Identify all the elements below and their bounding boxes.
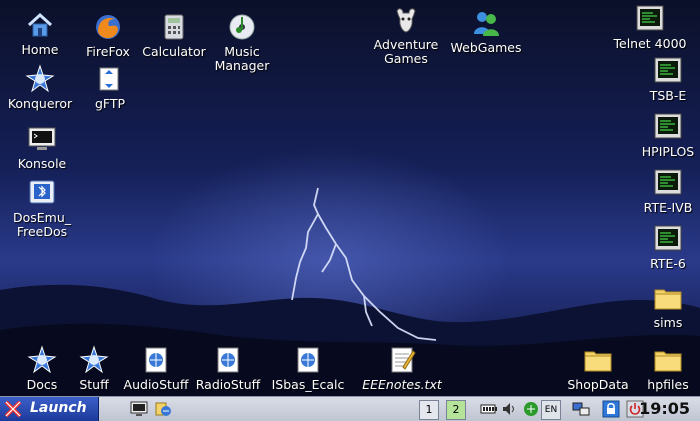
hpfiles-folder[interactable]: hpfiles bbox=[628, 345, 700, 392]
webgames-launcher[interactable]: WebGames bbox=[446, 8, 526, 55]
file-manager-icon[interactable] bbox=[154, 400, 172, 418]
isbas-label: ISbas_Ecalc bbox=[271, 377, 345, 392]
konqueror-icon bbox=[27, 345, 57, 375]
home-icon bbox=[25, 10, 55, 40]
konsole-launcher[interactable]: Konsole bbox=[2, 124, 82, 171]
show-desktop-icon[interactable] bbox=[130, 400, 148, 418]
rte6-label: RTE-6 bbox=[650, 256, 686, 271]
text-file-icon bbox=[387, 345, 417, 375]
shopdata-label: ShopData bbox=[567, 377, 629, 392]
tsbe-launcher[interactable]: TSB-E bbox=[628, 56, 700, 103]
terminal-icon bbox=[653, 56, 683, 86]
terminal-icon bbox=[653, 112, 683, 142]
music-manager-launcher[interactable]: Music Manager bbox=[202, 12, 282, 73]
konqueror-icon bbox=[25, 64, 55, 94]
adventure-games-launcher[interactable]: Adventure Games bbox=[366, 5, 446, 66]
folder-icon bbox=[653, 345, 683, 375]
konqueror-icon bbox=[79, 345, 109, 375]
rte6-launcher[interactable]: RTE-6 bbox=[628, 224, 700, 271]
desktop-2-button[interactable]: 2 bbox=[446, 400, 466, 420]
volume-icon[interactable] bbox=[500, 400, 518, 418]
web-page-icon bbox=[213, 345, 243, 375]
music-manager-label: Music Manager bbox=[214, 44, 270, 73]
lightning-graphic bbox=[291, 187, 437, 341]
lock-icon[interactable] bbox=[602, 400, 620, 418]
launch-button[interactable]: Launch bbox=[0, 397, 99, 421]
telnet-launcher[interactable]: Telnet 4000 bbox=[610, 4, 690, 51]
sims-label: sims bbox=[653, 315, 683, 330]
keyboard-layout-indicator[interactable]: EN bbox=[541, 400, 561, 420]
terminal-icon bbox=[653, 168, 683, 198]
audiostuff-launcher[interactable]: AudioStuff bbox=[116, 345, 196, 392]
rteivb-label: RTE-IVB bbox=[643, 200, 693, 215]
gftp-icon bbox=[95, 64, 125, 94]
konsole-label: Konsole bbox=[17, 156, 67, 171]
terminal-icon bbox=[653, 224, 683, 254]
tsbe-label: TSB-E bbox=[649, 88, 687, 103]
music-cd-icon bbox=[227, 12, 257, 42]
dosemu-icon bbox=[27, 178, 57, 208]
network-icon[interactable] bbox=[522, 400, 540, 418]
firefox-icon bbox=[93, 12, 123, 42]
hpfiles-label: hpfiles bbox=[647, 377, 689, 392]
webgames-label: WebGames bbox=[450, 40, 522, 55]
adventure-games-label: Adventure Games bbox=[373, 37, 439, 66]
terminal-icon bbox=[635, 4, 665, 34]
dosemu-launcher[interactable]: DosEmu_ FreeDos bbox=[2, 178, 82, 239]
hpiplos-label: HPIPLOS bbox=[641, 144, 695, 159]
folder-icon bbox=[583, 345, 613, 375]
audiostuff-label: AudioStuff bbox=[123, 377, 189, 392]
taskbar: Launch 1 2 EN 19:05 bbox=[0, 396, 700, 421]
sims-folder[interactable]: sims bbox=[628, 283, 700, 330]
hpiplos-launcher[interactable]: HPIPLOS bbox=[628, 112, 700, 159]
folder-icon bbox=[653, 283, 683, 313]
battery-icon[interactable] bbox=[480, 400, 498, 418]
calculator-icon bbox=[159, 12, 189, 42]
monitor-switch-icon[interactable] bbox=[572, 400, 590, 418]
gnu-head-icon bbox=[391, 5, 421, 35]
gftp-label: gFTP bbox=[94, 96, 126, 111]
radiostuff-label: RadioStuff bbox=[195, 377, 261, 392]
eeenotes-launcher[interactable]: EEEnotes.txt bbox=[362, 345, 442, 392]
console-icon bbox=[27, 124, 57, 154]
eeenotes-label: EEEnotes.txt bbox=[362, 377, 442, 392]
konqueror-label: Konqueror bbox=[7, 96, 73, 111]
konqueror-launcher[interactable]: Konqueror bbox=[0, 64, 80, 111]
clock: 19:05 bbox=[639, 399, 690, 418]
launch-label: Launch bbox=[30, 400, 87, 416]
rteivb-launcher[interactable]: RTE-IVB bbox=[628, 168, 700, 215]
shopdata-folder[interactable]: ShopData bbox=[558, 345, 638, 392]
telnet-label: Telnet 4000 bbox=[613, 36, 687, 51]
xandros-logo-icon bbox=[4, 400, 22, 418]
isbas-launcher[interactable]: ISbas_Ecalc bbox=[268, 345, 348, 392]
users-icon bbox=[471, 8, 501, 38]
radiostuff-launcher[interactable]: RadioStuff bbox=[188, 345, 268, 392]
web-page-icon bbox=[293, 345, 323, 375]
gftp-launcher[interactable]: gFTP bbox=[70, 64, 150, 111]
web-page-icon bbox=[141, 345, 171, 375]
dosemu-label: DosEmu_ FreeDos bbox=[12, 210, 72, 239]
desktop-1-button[interactable]: 1 bbox=[419, 400, 439, 420]
